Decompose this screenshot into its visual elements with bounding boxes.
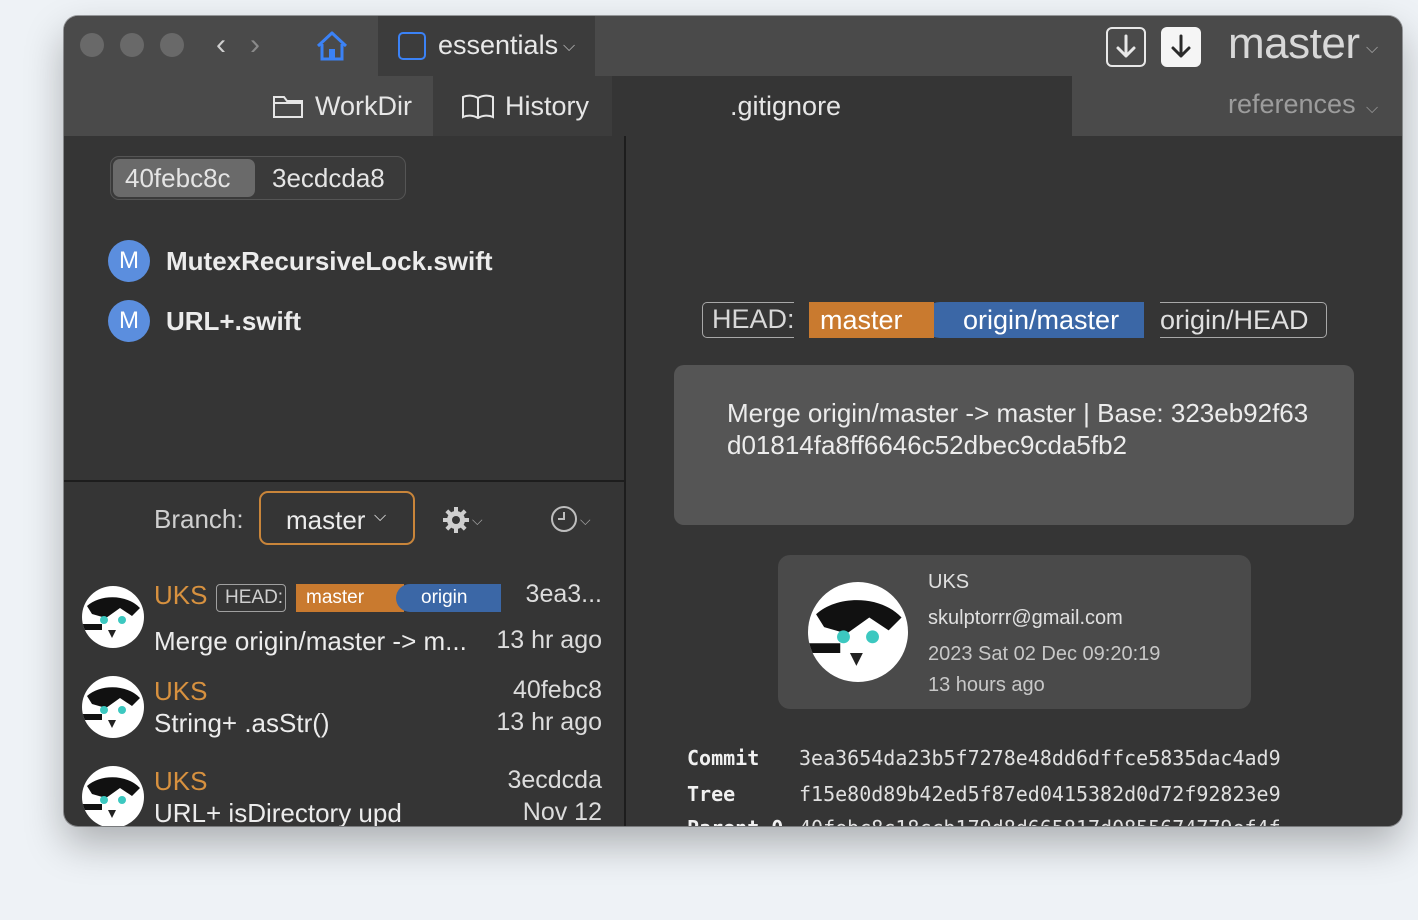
commit-time: Nov 12 bbox=[522, 798, 602, 826]
commit-author: UKS bbox=[154, 580, 208, 610]
compare-segment-selected[interactable]: 40febc8c bbox=[125, 163, 231, 194]
chevron-down-icon: ⌵ bbox=[1366, 40, 1379, 57]
remote-branch-tag[interactable]: origin/master bbox=[922, 302, 1144, 338]
app-window: ‹ › essentials ⌵ master ⌵ WorkDir Histor… bbox=[64, 16, 1402, 826]
branch-tag[interactable]: master bbox=[296, 584, 404, 612]
commit-row[interactable]: UKS HEAD: master origin 3ea3... Merge or… bbox=[64, 572, 624, 664]
tab-gitignore[interactable]: .gitignore bbox=[612, 76, 1072, 136]
head-ref-label: HEAD: bbox=[702, 302, 795, 338]
pull-icon[interactable] bbox=[1161, 27, 1201, 67]
commit-author: UKS bbox=[154, 676, 208, 706]
minimize-window-button[interactable] bbox=[120, 33, 144, 57]
compare-segmented-control: 40febc8c 3ecdcda8 bbox=[110, 156, 406, 200]
branch-label: Branch: bbox=[154, 504, 244, 534]
commit-detail-pane: HEAD: origin/master master origin/HEAD M… bbox=[626, 136, 1402, 826]
chevron-down-icon: ⌵ bbox=[580, 512, 591, 528]
file-row[interactable]: M MutexRecursiveLock.swift bbox=[108, 240, 608, 284]
meta-key: Tree bbox=[687, 782, 736, 806]
tab-workdir[interactable]: WorkDir bbox=[254, 76, 434, 136]
file-row[interactable]: M URL+.swift bbox=[108, 300, 608, 344]
home-icon[interactable] bbox=[314, 28, 350, 64]
toolbar: WorkDir History .gitignore references ⌵ bbox=[64, 76, 1402, 136]
clock-icon[interactable] bbox=[549, 504, 579, 534]
commit-author: UKS bbox=[154, 766, 208, 796]
tab-gitignore-label: .gitignore bbox=[730, 91, 842, 121]
commit-time: 13 hr ago bbox=[496, 626, 602, 654]
commit-message: Merge origin/master -> m... bbox=[154, 626, 467, 656]
close-window-button[interactable] bbox=[80, 33, 104, 57]
commit-message: String+ .asStr() bbox=[154, 708, 330, 738]
commit-row[interactable]: UKS 3ecdcda URL+ isDirectory upd Nov 12 bbox=[64, 762, 624, 826]
head-tag: HEAD: bbox=[216, 584, 286, 612]
fetch-icon[interactable] bbox=[1106, 27, 1146, 67]
zoom-window-button[interactable] bbox=[160, 33, 184, 57]
current-branch-title[interactable]: master bbox=[1228, 19, 1360, 69]
commit-date: 2023 Sat 02 Dec 09:20:19 bbox=[928, 643, 1161, 665]
branch-bar: Branch: master ⌵ ⌵ ⌵ bbox=[64, 482, 624, 562]
file-name: MutexRecursiveLock.swift bbox=[166, 246, 493, 276]
tab-history-label: History bbox=[505, 91, 590, 121]
meta-key: Commit bbox=[687, 746, 760, 770]
avatar bbox=[82, 766, 144, 826]
file-name: URL+.swift bbox=[166, 306, 302, 336]
tab-workdir-label: WorkDir bbox=[315, 91, 412, 121]
modified-badge: M bbox=[108, 240, 150, 282]
commit-relative-time: 13 hours ago bbox=[928, 674, 1045, 696]
references-dropdown[interactable]: references bbox=[1228, 89, 1356, 120]
back-icon[interactable]: ‹ bbox=[216, 28, 226, 62]
commit-hash: 3ea3... bbox=[525, 580, 602, 608]
modified-badge: M bbox=[108, 300, 150, 342]
changed-files-pane: 40febc8c 3ecdcda8 M MutexRecursiveLock.s… bbox=[64, 136, 624, 480]
local-branch-tag[interactable]: master bbox=[809, 302, 934, 338]
book-icon bbox=[462, 94, 494, 119]
compare-segment-other[interactable]: 3ecdcda8 bbox=[272, 163, 385, 194]
avatar bbox=[808, 582, 908, 682]
tab-history[interactable]: History bbox=[433, 76, 613, 136]
repo-icon bbox=[398, 32, 426, 60]
forward-icon[interactable]: › bbox=[250, 28, 260, 62]
commit-message-box: Merge origin/master -> master | Base: 32… bbox=[674, 365, 1354, 525]
meta-key: Parent 0 bbox=[687, 816, 783, 826]
chevron-down-icon: ⌵ bbox=[563, 38, 576, 55]
remote-head-tag[interactable]: origin/HEAD bbox=[1160, 302, 1327, 338]
commit-row[interactable]: UKS 40febc8 String+ .asStr() 13 hr ago bbox=[64, 672, 624, 754]
avatar bbox=[82, 586, 144, 648]
commit-full-message: Merge origin/master -> master | Base: 32… bbox=[727, 398, 1309, 460]
author-name: UKS bbox=[928, 571, 970, 593]
branch-select[interactable]: master ⌵ bbox=[259, 491, 415, 545]
commit-time: 13 hr ago bbox=[496, 708, 602, 736]
repo-tab-label: essentials bbox=[438, 30, 559, 60]
repo-tab[interactable]: essentials ⌵ bbox=[378, 16, 595, 76]
meta-value[interactable]: 40febc8c18ccb179d8d665817d0855674779ef4f bbox=[799, 816, 1281, 826]
avatar bbox=[82, 676, 144, 738]
branch-select-value: master bbox=[286, 505, 366, 535]
remote-tag[interactable]: origin bbox=[396, 584, 501, 612]
folder-icon bbox=[273, 96, 303, 118]
commit-hash: 40febc8 bbox=[513, 676, 602, 704]
author-email[interactable]: skulptorrr@gmail.com bbox=[928, 607, 1123, 630]
meta-value[interactable]: f15e80d89b42ed5f87ed0415382d0d72f92823e9 bbox=[799, 782, 1281, 806]
chevron-down-icon: ⌵ bbox=[1366, 100, 1379, 117]
commit-hash: 3ecdcda bbox=[507, 766, 602, 794]
gear-icon[interactable] bbox=[440, 504, 472, 536]
meta-value[interactable]: 3ea3654da23b5f7278e48dd6dffce5835dac4ad9 bbox=[799, 746, 1281, 770]
author-card: UKS skulptorrr@gmail.com 2023 Sat 02 Dec… bbox=[778, 555, 1251, 709]
title-bar: ‹ › essentials ⌵ master ⌵ bbox=[64, 16, 1402, 76]
commit-message: URL+ isDirectory upd bbox=[154, 798, 402, 826]
chevron-down-icon: ⌵ bbox=[472, 512, 483, 528]
chevron-down-icon: ⌵ bbox=[374, 508, 387, 525]
